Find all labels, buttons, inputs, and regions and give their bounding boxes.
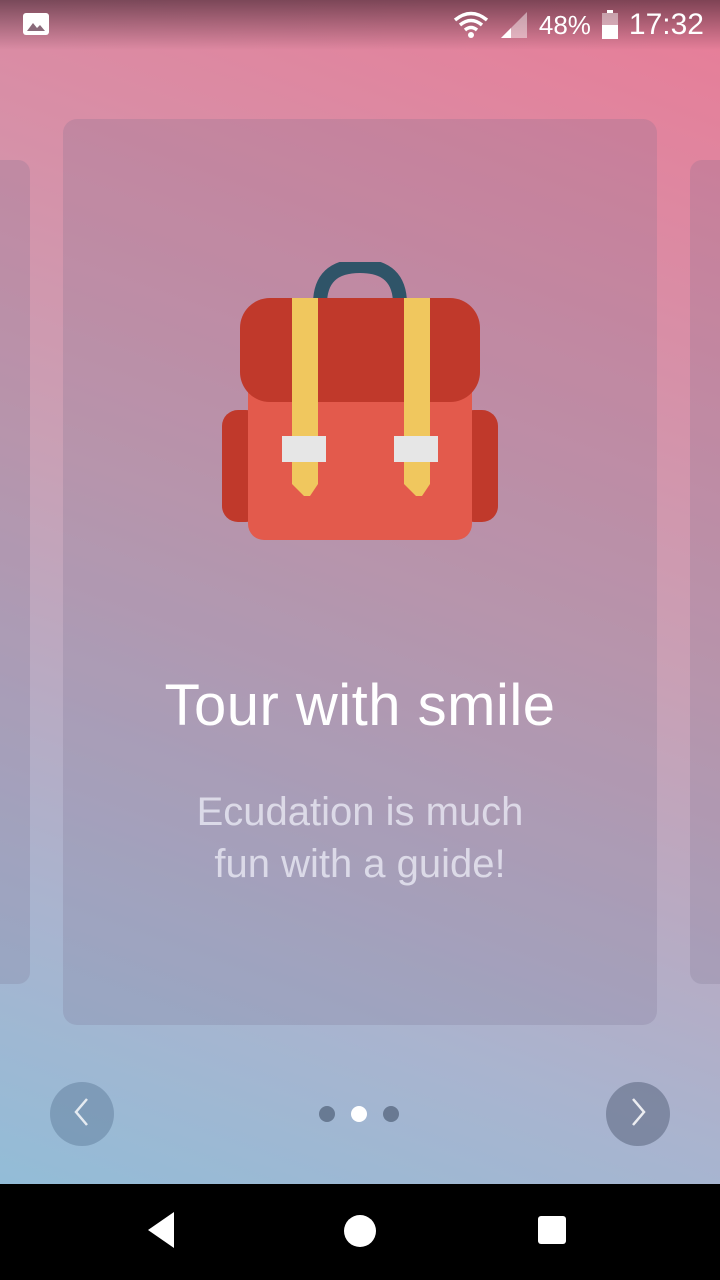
battery-icon	[601, 10, 619, 40]
slide-subtitle-line-1: Ecudation is much	[196, 790, 524, 834]
backpack-icon	[222, 258, 498, 542]
system-nav-bar	[0, 1184, 720, 1280]
image-icon	[22, 12, 50, 36]
back-icon[interactable]	[146, 1210, 176, 1255]
previous-slide-card[interactable]	[0, 160, 30, 984]
slide-title: Tour with smile	[164, 673, 556, 738]
next-slide-card[interactable]	[690, 160, 720, 984]
chevron-right-icon	[626, 1096, 650, 1133]
next-button[interactable]	[606, 1082, 670, 1146]
home-icon[interactable]	[344, 1215, 376, 1247]
page-dot-2-active[interactable]	[351, 1106, 367, 1122]
page-dot-1[interactable]	[319, 1106, 335, 1122]
clock: 17:32	[628, 8, 704, 41]
page-indicator	[319, 1106, 399, 1122]
previous-button[interactable]	[50, 1082, 114, 1146]
chevron-left-icon	[70, 1096, 94, 1133]
battery-percent: 48%	[538, 9, 591, 40]
wifi-icon	[453, 11, 489, 39]
slide-subtitle-line-2: fun with a guide!	[214, 842, 506, 886]
status-bar: 48% 17:32	[0, 0, 720, 50]
slide-subtitle: Ecudation is much fun with a guide!	[140, 786, 580, 890]
recents-icon[interactable]	[538, 1216, 566, 1244]
signal-icon	[499, 11, 529, 39]
page-dot-3[interactable]	[383, 1106, 399, 1122]
